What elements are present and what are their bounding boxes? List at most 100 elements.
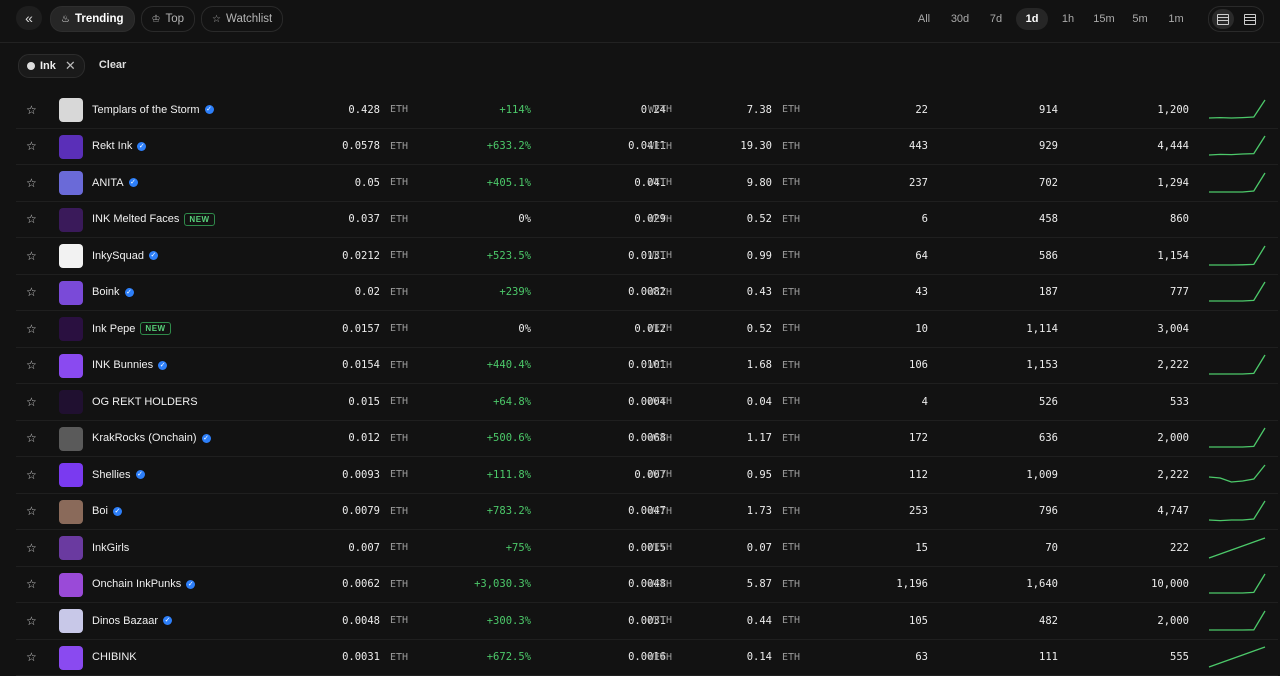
table-row[interactable]: ☆ANITA✓0.05ETH+405.1%0.041WETH9.80ETH237… xyxy=(16,165,1278,202)
bid-unit: WETH xyxy=(648,202,676,238)
watchlist-star-icon[interactable]: ☆ xyxy=(26,530,40,566)
table-row[interactable]: ☆InkGirls0.007ETH+75%0.0015WETH0.07ETH15… xyxy=(16,530,1278,567)
table-row[interactable]: ☆KrakRocks (Onchain)✓0.012ETH+500.6%0.00… xyxy=(16,421,1278,458)
bid-unit: WETH xyxy=(648,567,676,603)
range-5m[interactable]: 5m xyxy=(1124,8,1156,30)
range-1d[interactable]: 1d xyxy=(1016,8,1048,30)
verified-badge-icon: ✓ xyxy=(137,142,146,151)
watchlist-star-icon[interactable]: ☆ xyxy=(26,640,40,676)
compact-view-icon xyxy=(1244,14,1256,25)
collection-name[interactable]: InkySquad✓ xyxy=(92,238,158,274)
collapse-sidebar-button[interactable]: « xyxy=(16,6,42,30)
range-7d[interactable]: 7d xyxy=(980,8,1012,30)
table-row[interactable]: ☆Boink✓0.02ETH+239%0.0082WETH0.43ETH4318… xyxy=(16,275,1278,312)
table-row[interactable]: ☆CHIBINK0.0031ETH+672.5%0.0016WETH0.14ET… xyxy=(16,640,1278,676)
watchlist-star-icon[interactable]: ☆ xyxy=(26,457,40,493)
collection-name[interactable]: Ink PepeNEW xyxy=(92,311,171,347)
sales-count: 1,196 xyxy=(836,567,928,603)
bid-unit: WETH xyxy=(648,421,676,457)
floor-unit: ETH xyxy=(390,348,418,384)
table-row[interactable]: ☆Boi✓0.0079ETH+783.2%0.0047WETH1.73ETH25… xyxy=(16,494,1278,531)
range-15m[interactable]: 15m xyxy=(1088,8,1120,30)
watchlist-star-icon[interactable]: ☆ xyxy=(26,421,40,457)
range-all[interactable]: All xyxy=(908,8,940,30)
bid-unit: WETH xyxy=(648,494,676,530)
watchlist-star-icon[interactable]: ☆ xyxy=(26,202,40,238)
watchlist-star-icon[interactable]: ☆ xyxy=(26,165,40,201)
collection-name[interactable]: InkGirls xyxy=(92,530,129,566)
range-1h[interactable]: 1h xyxy=(1052,8,1084,30)
collection-name[interactable]: Shellies✓ xyxy=(92,457,145,493)
owners-count: 458 xyxy=(966,202,1058,238)
remove-filter-icon[interactable]: ✕ xyxy=(65,58,76,74)
table-row[interactable]: ☆Templars of the Storm✓0.428ETH+114%0.24… xyxy=(16,92,1278,129)
table-row[interactable]: ☆Ink PepeNEW0.0157ETH0%0.012WETH0.52ETH1… xyxy=(16,311,1278,348)
collection-name[interactable]: Boink✓ xyxy=(92,275,134,311)
watchlist-star-icon[interactable]: ☆ xyxy=(26,494,40,530)
watchlist-star-icon[interactable]: ☆ xyxy=(26,603,40,639)
table-row[interactable]: ☆InkySquad✓0.0212ETH+523.5%0.0131WETH0.9… xyxy=(16,238,1278,275)
collection-name-text: KrakRocks (Onchain) xyxy=(92,432,197,444)
range-1m[interactable]: 1m xyxy=(1160,8,1192,30)
watchlist-star-icon[interactable]: ☆ xyxy=(26,384,40,420)
sparkline xyxy=(1208,129,1270,165)
table-row[interactable]: ☆INK Bunnies✓0.0154ETH+440.4%0.0101WETH1… xyxy=(16,348,1278,385)
watchlist-star-icon[interactable]: ☆ xyxy=(26,275,40,311)
watchlist-star-icon[interactable]: ☆ xyxy=(26,311,40,347)
collection-name[interactable]: OG REKT HOLDERS xyxy=(92,384,198,420)
range-30d[interactable]: 30d xyxy=(944,8,976,30)
watchlist-star-icon[interactable]: ☆ xyxy=(26,129,40,165)
volume-unit: ETH xyxy=(782,567,810,603)
watchlist-star-icon[interactable]: ☆ xyxy=(26,92,40,128)
collection-name-text: INK Melted Faces xyxy=(92,213,179,225)
collection-name[interactable]: Dinos Bazaar✓ xyxy=(92,603,172,639)
supply-count: 860 xyxy=(1096,202,1189,238)
collection-name[interactable]: Boi✓ xyxy=(92,494,122,530)
sales-count: 64 xyxy=(836,238,928,274)
collection-name[interactable]: Templars of the Storm✓ xyxy=(92,92,214,128)
time-range-selector: All30d7d1d1h15m5m1m xyxy=(908,8,1192,30)
change-percent: +440.4% xyxy=(436,348,531,384)
list-view-button[interactable] xyxy=(1212,9,1234,29)
collection-name-text: Boink xyxy=(92,286,120,298)
table-row[interactable]: ☆Rekt Ink✓0.0578ETH+633.2%0.0411WETH19.3… xyxy=(16,129,1278,166)
collection-name[interactable]: KrakRocks (Onchain)✓ xyxy=(92,421,211,457)
volume: 0.43 xyxy=(706,275,772,311)
supply-count: 2,000 xyxy=(1096,603,1189,639)
verified-badge-icon: ✓ xyxy=(186,580,195,589)
tab-watchlist[interactable]: ☆Watchlist xyxy=(201,6,283,32)
compact-view-button[interactable] xyxy=(1239,9,1261,29)
volume: 5.87 xyxy=(706,567,772,603)
collection-name[interactable]: INK Bunnies✓ xyxy=(92,348,167,384)
bid-unit: WETH xyxy=(648,530,676,566)
star-icon: ☆ xyxy=(212,14,221,25)
tab-trending[interactable]: ♨Trending xyxy=(50,6,135,32)
clear-filters-button[interactable]: Clear xyxy=(91,54,135,76)
watchlist-star-icon[interactable]: ☆ xyxy=(26,348,40,384)
floor-price: 0.0212 xyxy=(266,238,380,274)
table-row[interactable]: ☆Dinos Bazaar✓0.0048ETH+300.3%0.0031WETH… xyxy=(16,603,1278,640)
collection-name[interactable]: ANITA✓ xyxy=(92,165,138,201)
table-row[interactable]: ☆Shellies✓0.0093ETH+111.8%0.007WETH0.95E… xyxy=(16,457,1278,494)
sales-count: 112 xyxy=(836,457,928,493)
tab-label: Top xyxy=(166,13,185,25)
change-percent: +75% xyxy=(436,530,531,566)
watchlist-star-icon[interactable]: ☆ xyxy=(26,567,40,603)
watchlist-star-icon[interactable]: ☆ xyxy=(26,238,40,274)
table-row[interactable]: ☆Onchain InkPunks✓0.0062ETH+3,030.3%0.00… xyxy=(16,567,1278,604)
collection-name[interactable]: INK Melted FacesNEW xyxy=(92,202,215,238)
new-badge: NEW xyxy=(140,322,170,335)
sales-count: 63 xyxy=(836,640,928,676)
floor-unit: ETH xyxy=(390,530,418,566)
change-percent: +500.6% xyxy=(436,421,531,457)
collection-name[interactable]: Onchain InkPunks✓ xyxy=(92,567,195,603)
tab-top[interactable]: ♔Top xyxy=(141,6,196,32)
sparkline xyxy=(1208,311,1270,347)
table-row[interactable]: ☆INK Melted FacesNEW0.037ETH0%0.029WETH0… xyxy=(16,202,1278,239)
collection-name[interactable]: Rekt Ink✓ xyxy=(92,129,146,165)
owners-count: 70 xyxy=(966,530,1058,566)
chain-filter-chip[interactable]: Ink ✕ xyxy=(18,54,85,78)
collection-name[interactable]: CHIBINK xyxy=(92,640,137,676)
table-row[interactable]: ☆OG REKT HOLDERS0.015ETH+64.8%0.0004WETH… xyxy=(16,384,1278,421)
owners-count: 929 xyxy=(966,129,1058,165)
